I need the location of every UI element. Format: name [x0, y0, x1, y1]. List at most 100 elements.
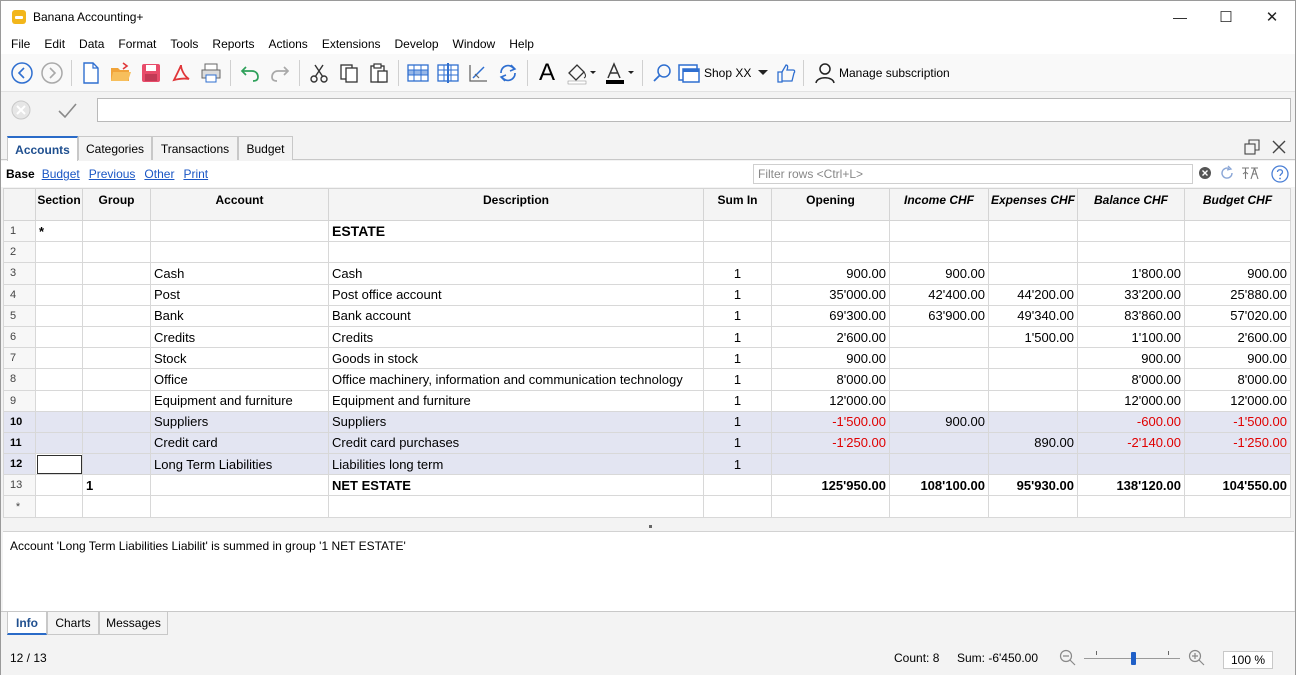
copy-icon[interactable] — [334, 58, 364, 88]
income-cell[interactable] — [889, 219, 989, 243]
manage-subscription-button[interactable]: Manage subscription — [808, 58, 958, 88]
account-cell[interactable]: Long Term Liabilities — [150, 453, 329, 476]
income-cell[interactable]: 63'900.00 — [889, 304, 989, 327]
opening-cell[interactable] — [771, 219, 890, 243]
description-cell[interactable]: Credit card purchases — [328, 431, 704, 455]
row-number[interactable]: 8 — [3, 368, 36, 391]
view-base[interactable]: Base — [6, 167, 35, 181]
description-cell[interactable]: Bank account — [328, 304, 704, 327]
back-icon[interactable] — [7, 58, 37, 88]
sum-in-cell[interactable]: 1 — [703, 283, 772, 306]
splitter-handle[interactable] — [649, 525, 652, 528]
budget-cell[interactable]: -1'500.00 — [1184, 410, 1291, 433]
account-cell[interactable]: Post — [150, 283, 329, 306]
income-cell[interactable] — [889, 495, 989, 518]
row-number[interactable]: 12 — [3, 453, 36, 476]
section-cell[interactable] — [35, 410, 83, 433]
section-cell[interactable] — [35, 347, 83, 370]
opening-cell[interactable] — [771, 453, 890, 476]
save-icon[interactable] — [136, 58, 166, 88]
table-row[interactable]: 8 Office Office machinery, information a… — [3, 368, 1291, 391]
description-cell[interactable]: Liabilities long term — [328, 453, 704, 476]
expenses-cell[interactable]: 95'930.00 — [988, 474, 1078, 497]
table-row[interactable]: 13 1 NET ESTATE 125'950.00 108'100.00 95… — [3, 474, 1291, 497]
opening-cell[interactable]: 8'000.00 — [771, 368, 890, 391]
table-row[interactable]: 10 Suppliers Suppliers 1 -1'500.00 900.0… — [3, 410, 1291, 433]
section-cell[interactable]: * — [35, 219, 83, 243]
account-cell[interactable]: Credit card — [150, 431, 329, 455]
opening-cell[interactable]: 12'000.00 — [771, 389, 890, 412]
confirm-edit-icon[interactable] — [56, 99, 78, 124]
column-header-opening[interactable]: Opening — [771, 188, 890, 221]
text-color-icon[interactable] — [600, 58, 638, 88]
menu-window[interactable]: Window — [446, 37, 503, 51]
description-cell[interactable]: Credits — [328, 325, 704, 349]
income-cell[interactable] — [889, 368, 989, 391]
expenses-cell[interactable]: 44'200.00 — [988, 283, 1078, 306]
description-cell[interactable]: Cash — [328, 262, 704, 285]
table-row[interactable]: 7 Stock Goods in stock 1 900.00 900.00 9… — [3, 347, 1291, 370]
column-header-account[interactable]: Account — [150, 188, 329, 221]
sum-in-cell[interactable] — [703, 241, 772, 264]
budget-cell[interactable]: 57'020.00 — [1184, 304, 1291, 327]
help-icon[interactable] — [1271, 165, 1289, 186]
income-cell[interactable]: 108'100.00 — [889, 474, 989, 497]
description-cell[interactable]: Office machinery, information and commun… — [328, 368, 704, 391]
row-number[interactable]: 6 — [3, 325, 36, 349]
view-budget-link[interactable]: Budget — [42, 167, 80, 181]
column-header-income[interactable]: Income CHF — [889, 188, 989, 221]
balance-cell[interactable]: -600.00 — [1077, 410, 1185, 433]
filter-options-icon[interactable] — [1241, 165, 1259, 184]
expenses-cell[interactable] — [988, 389, 1078, 412]
account-cell[interactable] — [150, 474, 329, 497]
refresh-filter-icon[interactable] — [1219, 165, 1235, 184]
group-cell[interactable] — [82, 283, 151, 306]
view-print-link[interactable]: Print — [183, 167, 208, 181]
corner-cell[interactable] — [3, 188, 36, 221]
balance-cell[interactable] — [1077, 219, 1185, 243]
balance-cell[interactable]: 138'120.00 — [1077, 474, 1185, 497]
budget-cell[interactable]: 25'880.00 — [1184, 283, 1291, 306]
table-row[interactable]: 1 * ESTATE — [3, 219, 1291, 243]
sum-in-cell[interactable] — [703, 474, 772, 497]
cancel-edit-icon[interactable] — [10, 99, 32, 124]
balance-cell[interactable]: 33'200.00 — [1077, 283, 1185, 306]
opening-cell[interactable]: 35'000.00 — [771, 283, 890, 306]
menu-help[interactable]: Help — [502, 37, 541, 51]
tab-accounts[interactable]: Accounts — [7, 136, 78, 161]
section-cell[interactable] — [35, 495, 83, 518]
group-cell[interactable] — [82, 410, 151, 433]
row-number[interactable]: 1 — [3, 219, 36, 243]
group-cell[interactable]: 1 — [82, 474, 151, 497]
description-cell[interactable]: Goods in stock — [328, 347, 704, 370]
column-header-description[interactable]: Description — [328, 188, 704, 221]
budget-cell[interactable]: 900.00 — [1184, 262, 1291, 285]
section-cell[interactable] — [35, 241, 83, 264]
tab-info[interactable]: Info — [7, 612, 47, 635]
row-number[interactable]: 4 — [3, 283, 36, 306]
thumbs-up-icon[interactable] — [773, 58, 799, 88]
income-cell[interactable] — [889, 325, 989, 349]
balance-cell[interactable] — [1077, 453, 1185, 476]
opening-cell[interactable]: -1'250.00 — [771, 431, 890, 455]
balance-cell[interactable]: 12'000.00 — [1077, 389, 1185, 412]
balance-cell[interactable]: 1'100.00 — [1077, 325, 1185, 349]
expenses-cell[interactable] — [988, 495, 1078, 518]
tab-categories[interactable]: Categories — [78, 136, 152, 160]
balance-cell[interactable] — [1077, 495, 1185, 518]
income-cell[interactable]: 42'400.00 — [889, 283, 989, 306]
expenses-cell[interactable] — [988, 347, 1078, 370]
group-cell[interactable] — [82, 262, 151, 285]
table-row-new[interactable]: * — [3, 495, 1291, 518]
expenses-cell[interactable] — [988, 262, 1078, 285]
column-header-balance[interactable]: Balance CHF — [1077, 188, 1185, 221]
description-cell[interactable]: Equipment and furniture — [328, 389, 704, 412]
sum-in-cell[interactable]: 1 — [703, 389, 772, 412]
forward-icon[interactable] — [37, 58, 67, 88]
balance-cell[interactable] — [1077, 241, 1185, 264]
column-header-section[interactable]: Section — [35, 188, 83, 221]
section-cell[interactable] — [35, 389, 83, 412]
zoom-level[interactable]: 100 % — [1223, 651, 1273, 669]
income-cell[interactable]: 900.00 — [889, 262, 989, 285]
sum-in-cell[interactable]: 1 — [703, 304, 772, 327]
